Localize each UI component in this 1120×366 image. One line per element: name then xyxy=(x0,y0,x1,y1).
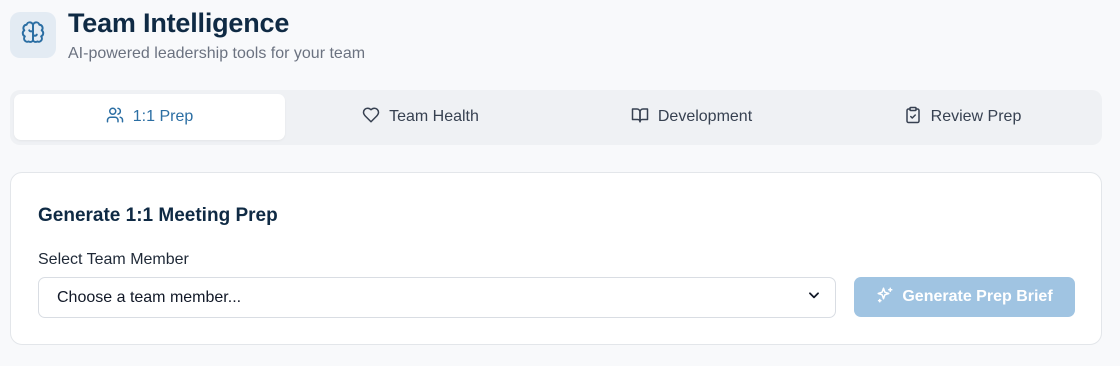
chevron-down-icon xyxy=(807,288,821,307)
team-member-select[interactable]: Choose a team member... xyxy=(38,277,836,318)
tab-label: 1:1 Prep xyxy=(132,108,194,125)
app-subtitle: AI-powered leadership tools for your tea… xyxy=(68,45,366,62)
logo xyxy=(10,12,56,58)
meeting-prep-card: Generate 1:1 Meeting Prep Select Team Me… xyxy=(10,172,1102,345)
tab-development[interactable]: Development xyxy=(556,94,827,140)
brain-icon xyxy=(20,20,46,51)
clipboard-check-icon xyxy=(904,106,931,129)
tab-review-prep[interactable]: Review Prep xyxy=(827,94,1098,140)
page: Team Intelligence AI-powered leadership … xyxy=(0,0,1120,366)
book-open-icon xyxy=(631,106,658,129)
select-value: Choose a team member... xyxy=(57,288,242,306)
tab-label: Team Health xyxy=(389,108,479,125)
tab-team-health[interactable]: Team Health xyxy=(285,94,556,140)
app-title: Team Intelligence xyxy=(68,8,290,38)
title-block: Team Intelligence AI-powered leadership … xyxy=(68,8,365,64)
tab-bar: 1:1 Prep Team Health Development Review … xyxy=(10,90,1102,145)
tab-label: Development xyxy=(657,108,753,125)
generate-prep-brief-button[interactable]: Generate Prep Brief xyxy=(854,277,1075,317)
button-label: Generate Prep Brief xyxy=(902,288,1053,305)
team-member-label: Select Team Member xyxy=(38,251,189,268)
card-title: Generate 1:1 Meeting Prep xyxy=(38,205,278,226)
sparkles-icon xyxy=(876,286,902,309)
users-icon xyxy=(106,106,133,129)
heart-icon xyxy=(362,106,389,129)
header: Team Intelligence AI-powered leadership … xyxy=(10,8,365,64)
tab-label: Review Prep xyxy=(930,108,1022,125)
tab-1on1-prep[interactable]: 1:1 Prep xyxy=(14,94,285,140)
